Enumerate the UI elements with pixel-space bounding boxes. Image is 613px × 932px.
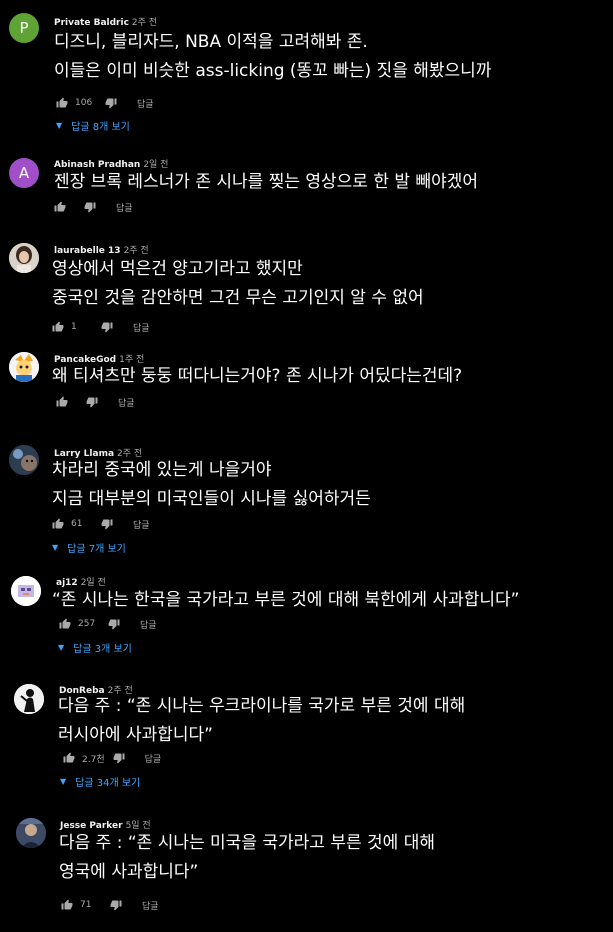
comment-actions: 1 답글 bbox=[52, 320, 150, 334]
thumbs-down-icon[interactable] bbox=[105, 97, 117, 109]
photo-image bbox=[9, 243, 39, 273]
thumbs-up-icon[interactable] bbox=[52, 518, 64, 530]
like-count: 1 bbox=[71, 322, 77, 332]
comment-actions: 답글 bbox=[54, 200, 133, 214]
like-count: 106 bbox=[75, 98, 93, 108]
reply-button[interactable]: 답글 bbox=[133, 321, 150, 334]
avatar[interactable]: A bbox=[9, 158, 39, 188]
comment-actions: 답글 bbox=[56, 395, 135, 409]
comment-text: “존 시나는 한국을 국가라고 부른 것에 대해 북한에게 사과합니다” bbox=[52, 586, 519, 615]
reply-button[interactable]: 답글 bbox=[140, 618, 157, 631]
comment-line: 왜 티셔츠만 둥둥 떠다니는거야? 존 시나가 어딨다는건데? bbox=[52, 366, 463, 386]
caret-down-icon: ▼ bbox=[58, 643, 65, 652]
comment-line: 차라리 중국에 있는게 나을거야 bbox=[52, 460, 272, 480]
comment-text: 차라리 중국에 있는게 나을거야지금 대부분의 미국인들이 시나를 싫어하거든 bbox=[52, 456, 371, 514]
llama-avatar[interactable] bbox=[9, 445, 39, 475]
thumbs-up-icon[interactable] bbox=[56, 396, 68, 408]
comment-header: Private Baldric 2주 전 bbox=[54, 15, 157, 28]
comment-line: 지금 대부분의 미국인들이 시나를 싫어하거든 bbox=[52, 489, 371, 509]
like-count: 2.7천 bbox=[82, 754, 105, 765]
thumbs-up-icon[interactable] bbox=[61, 899, 73, 911]
view-replies-button[interactable]: ▼ 답글 8개 보기 bbox=[56, 118, 130, 133]
view-replies-label: 답글 7개 보기 bbox=[67, 544, 126, 555]
comment-line: “존 시나는 한국을 국가라고 부른 것에 대해 북한에게 사과합니다” bbox=[52, 590, 520, 610]
comment-line: 젠장 브록 레스너가 존 시나를 찢는 영상으로 한 발 빼야겠어 bbox=[54, 172, 478, 192]
comment-text: 왜 티셔츠만 둥둥 떠다니는거야? 존 시나가 어딨다는건데? bbox=[52, 362, 462, 391]
thumbs-down-icon[interactable] bbox=[86, 396, 98, 408]
comment-text: 영상에서 먹은건 양고기라고 했지만중국인 것을 감안하면 그건 무슨 고기인지… bbox=[52, 255, 424, 313]
like-count: 257 bbox=[78, 619, 96, 629]
avatar[interactable]: P bbox=[9, 13, 39, 43]
comment-line: 디즈니, 블리자드, NBA 이적을 고려해봐 존. bbox=[54, 32, 368, 52]
view-replies-button[interactable]: ▼ 답글 34개 보기 bbox=[60, 774, 140, 789]
thumbs-up-icon[interactable] bbox=[63, 752, 75, 764]
thumbs-down-icon[interactable] bbox=[110, 899, 122, 911]
anime-character-avatar[interactable] bbox=[9, 352, 39, 382]
comment-line: 영국에 사과합니다” bbox=[59, 862, 199, 882]
reply-button[interactable]: 답글 bbox=[142, 899, 159, 912]
comment-line: 중국인 것을 감안하면 그건 무슨 고기인지 알 수 없어 bbox=[52, 288, 424, 308]
thumbs-down-icon[interactable] bbox=[113, 752, 125, 764]
comment-actions: 71 답글 bbox=[61, 898, 159, 912]
avatar-letter: P bbox=[19, 19, 29, 37]
thumbs-down-icon[interactable] bbox=[101, 518, 113, 530]
view-replies-button[interactable]: ▼ 답글 7개 보기 bbox=[52, 540, 126, 555]
comment-line: 다음 주 : “존 시나는 우크라이나를 국가로 부른 것에 대해 bbox=[58, 696, 466, 716]
pixel-art-avatar[interactable] bbox=[11, 576, 41, 606]
caret-down-icon: ▼ bbox=[52, 543, 59, 552]
author-name[interactable]: Private Baldric bbox=[54, 18, 129, 28]
comment-line: 영상에서 먹은건 양고기라고 했지만 bbox=[52, 259, 303, 279]
comment-line: 러시아에 사과합니다” bbox=[58, 725, 213, 745]
thumbs-up-icon[interactable] bbox=[56, 97, 68, 109]
caret-down-icon: ▼ bbox=[56, 121, 63, 130]
view-replies-button[interactable]: ▼ 답글 3개 보기 bbox=[58, 640, 132, 655]
thumbs-up-icon[interactable] bbox=[54, 201, 66, 213]
reply-button[interactable]: 답글 bbox=[145, 752, 162, 765]
comment-actions: 2.7천 답글 bbox=[63, 751, 161, 765]
timestamp[interactable]: 2주 전 bbox=[132, 18, 157, 28]
person-photo-avatar[interactable] bbox=[16, 818, 46, 848]
silhouette-avatar[interactable] bbox=[14, 684, 44, 714]
avatar-letter: A bbox=[18, 164, 30, 182]
thumbs-down-icon[interactable] bbox=[108, 618, 120, 630]
comment-actions: 106 답글 bbox=[56, 96, 154, 110]
thumbs-down-icon[interactable] bbox=[84, 201, 96, 213]
comment-line: 다음 주 : “존 시나는 미국을 국가라고 부른 것에 대해 bbox=[59, 833, 435, 853]
view-replies-label: 답글 34개 보기 bbox=[75, 778, 141, 789]
reply-button[interactable]: 답글 bbox=[116, 201, 133, 214]
photo-image bbox=[11, 576, 41, 606]
comment-line: 이들은 이미 비슷한 ass-licking (똥꼬 빠는) 짓을 해봤으니까 bbox=[54, 61, 492, 81]
photo-image bbox=[9, 352, 39, 382]
photo-image bbox=[14, 684, 44, 714]
comment-text: 젠장 브록 레스너가 존 시나를 찢는 영상으로 한 발 빼야겠어 bbox=[54, 168, 478, 197]
caret-down-icon: ▼ bbox=[60, 777, 67, 786]
comment-text: 디즈니, 블리자드, NBA 이적을 고려해봐 존. 이들은 이미 비슷한 ass… bbox=[54, 28, 491, 86]
reply-button[interactable]: 답글 bbox=[118, 396, 135, 409]
reply-button[interactable]: 답글 bbox=[137, 97, 154, 110]
view-replies-label: 답글 8개 보기 bbox=[71, 122, 130, 133]
thumbs-up-icon[interactable] bbox=[59, 618, 71, 630]
reply-button[interactable]: 답글 bbox=[133, 518, 150, 531]
woman-photo-avatar[interactable] bbox=[9, 243, 39, 273]
like-count: 71 bbox=[80, 900, 92, 910]
comment-actions: 257 답글 bbox=[59, 617, 157, 631]
comment-actions: 61 답글 bbox=[52, 517, 150, 531]
like-count: 61 bbox=[71, 519, 83, 529]
photo-image bbox=[9, 445, 39, 475]
photo-image bbox=[16, 818, 46, 848]
thumbs-down-icon[interactable] bbox=[101, 321, 113, 333]
comment-text: 다음 주 : “존 시나는 미국을 국가라고 부른 것에 대해영국에 사과합니다… bbox=[59, 829, 435, 887]
view-replies-label: 답글 3개 보기 bbox=[73, 644, 132, 655]
comment-text: 다음 주 : “존 시나는 우크라이나를 국가로 부른 것에 대해러시아에 사과… bbox=[58, 692, 465, 750]
thumbs-up-icon[interactable] bbox=[52, 321, 64, 333]
